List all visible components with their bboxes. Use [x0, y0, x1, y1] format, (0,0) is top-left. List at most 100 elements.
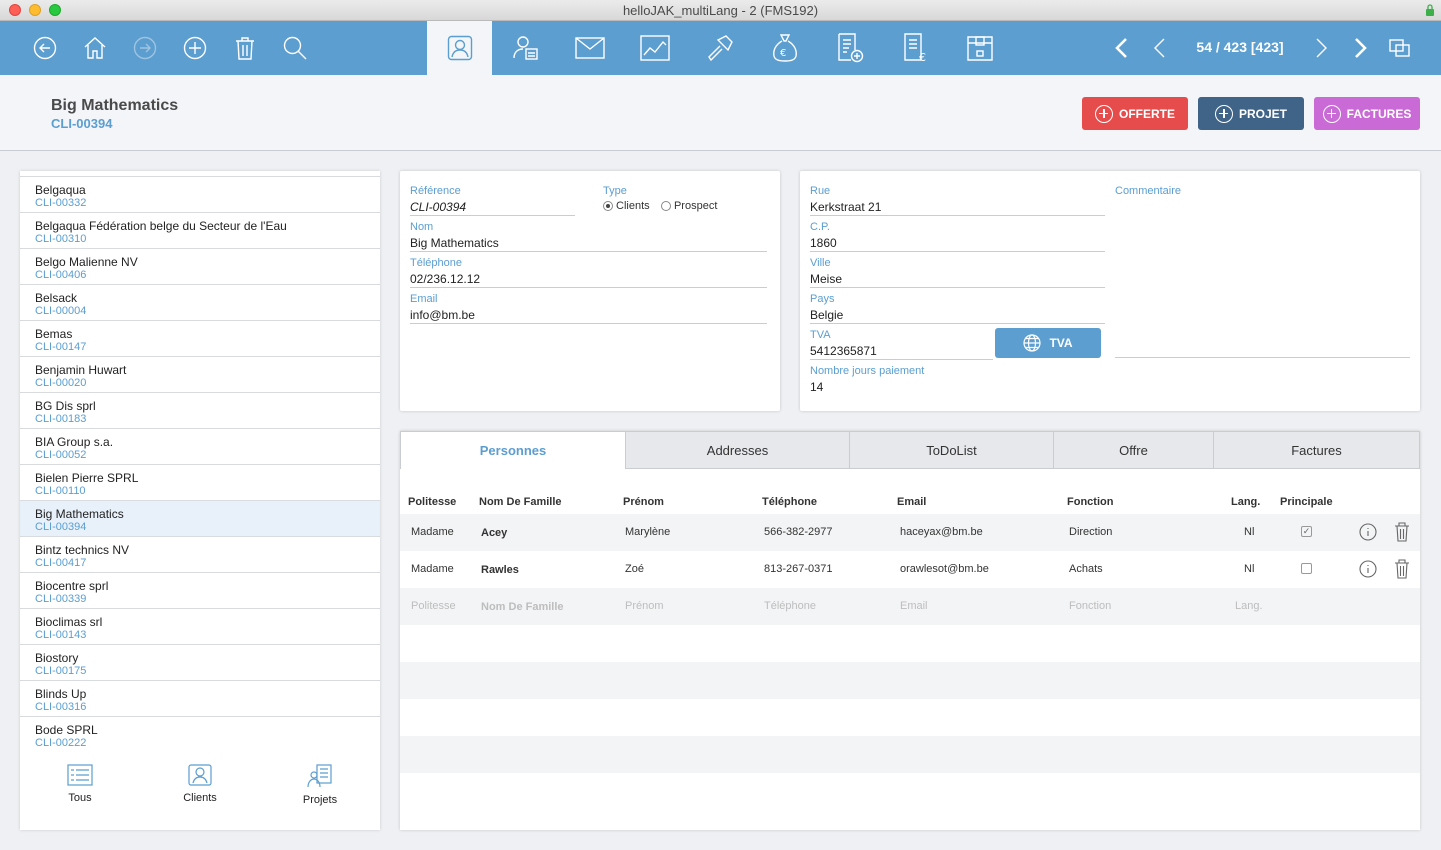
- trash-icon[interactable]: [1394, 522, 1410, 545]
- col-email[interactable]: Email: [897, 496, 926, 508]
- trash-icon[interactable]: [225, 21, 265, 75]
- home-icon[interactable]: [75, 21, 115, 75]
- cell-politesse[interactable]: Madame: [411, 526, 454, 538]
- contact-card-icon[interactable]: [440, 21, 480, 75]
- next-record-chevron-icon[interactable]: [1301, 21, 1341, 75]
- cell-prenom[interactable]: Marylène: [625, 526, 670, 538]
- mail-icon[interactable]: [570, 21, 610, 75]
- commentaire-field[interactable]: Commentaire: [1115, 185, 1410, 358]
- filter-clients-button[interactable]: Clients: [160, 764, 240, 804]
- forward-circle-icon[interactable]: [125, 21, 165, 75]
- filter-projets-button[interactable]: Projets: [280, 764, 360, 806]
- client-code: CLI-00143: [35, 629, 87, 641]
- table-row[interactable]: Madame Rawles Zoé 813-267-0371 orawlesot…: [400, 551, 1420, 588]
- money-bag-icon[interactable]: €: [765, 21, 805, 75]
- list-item[interactable]: Biostory CLI-00175: [20, 645, 380, 681]
- cell-fonction[interactable]: Achats: [1069, 563, 1103, 575]
- list-item[interactable]: Belsack CLI-00004: [20, 285, 380, 321]
- type-prospect-radio[interactable]: Prospect: [660, 200, 717, 212]
- chart-icon[interactable]: [635, 21, 675, 75]
- new-nom-input[interactable]: Nom De Famille: [481, 601, 564, 613]
- person-doc-icon[interactable]: [506, 21, 546, 75]
- filter-tous-button[interactable]: Tous: [40, 764, 120, 804]
- col-telephone[interactable]: Téléphone: [762, 496, 817, 508]
- list-item[interactable]: BIA Group s.a. CLI-00052: [20, 429, 380, 465]
- cell-prenom[interactable]: Zoé: [625, 563, 644, 575]
- new-politesse-input[interactable]: Politesse: [411, 600, 456, 612]
- principale-checkbox[interactable]: ✓: [1301, 526, 1312, 537]
- col-principale[interactable]: Principale: [1280, 496, 1333, 508]
- list-item[interactable]: Belgo Malienne NV CLI-00406: [20, 249, 380, 285]
- email-field[interactable]: Email info@bm.be: [410, 293, 767, 324]
- list-item[interactable]: Benjamin Huwart CLI-00020: [20, 357, 380, 393]
- trash-icon[interactable]: [1394, 559, 1410, 582]
- list-item[interactable]: Bemas CLI-00147: [20, 321, 380, 357]
- cell-telephone[interactable]: 566-382-2977: [764, 526, 833, 538]
- archive-box-icon[interactable]: [960, 21, 1000, 75]
- list-item[interactable]: Bioclimas srl CLI-00143: [20, 609, 380, 645]
- search-icon[interactable]: [275, 21, 315, 75]
- new-email-input[interactable]: Email: [900, 600, 928, 612]
- new-telephone-input[interactable]: Téléphone: [764, 600, 816, 612]
- cell-lang[interactable]: Nl: [1244, 563, 1254, 575]
- new-lang-input[interactable]: Lang.: [1235, 600, 1263, 612]
- telephone-field[interactable]: Téléphone 02/236.12.12: [410, 257, 767, 288]
- col-nom[interactable]: Nom De Famille: [479, 496, 562, 508]
- ville-field[interactable]: Ville Meise: [810, 257, 1105, 288]
- tab-factures[interactable]: Factures: [1213, 431, 1420, 469]
- type-clients-radio[interactable]: Clients: [603, 200, 650, 212]
- cell-nom[interactable]: Acey: [481, 527, 507, 539]
- nom-field[interactable]: Nom Big Mathematics: [410, 221, 767, 252]
- table-row[interactable]: Madame Acey Marylène 566-382-2977 haceya…: [400, 514, 1420, 551]
- principale-checkbox[interactable]: [1301, 563, 1312, 574]
- reference-field[interactable]: Référence CLI-00394: [410, 185, 575, 216]
- list-item[interactable]: Bintz technics NV CLI-00417: [20, 537, 380, 573]
- pays-field[interactable]: Pays Belgie: [810, 293, 1105, 324]
- add-circle-icon[interactable]: [175, 21, 215, 75]
- list-item[interactable]: Bode SPRL CLI-00222: [20, 717, 380, 753]
- new-factures-button[interactable]: FACTURES: [1314, 97, 1420, 130]
- cell-lang[interactable]: Nl: [1244, 526, 1254, 538]
- col-politesse[interactable]: Politesse: [408, 496, 456, 508]
- new-projet-button[interactable]: PROJET: [1198, 97, 1304, 130]
- cell-nom[interactable]: Rawles: [481, 564, 519, 576]
- info-icon[interactable]: [1359, 523, 1377, 544]
- info-icon[interactable]: [1359, 560, 1377, 581]
- new-person-row[interactable]: Politesse Nom De Famille Prénom Téléphon…: [400, 588, 1420, 625]
- list-item[interactable]: Blinds Up CLI-00316: [20, 681, 380, 717]
- duplicate-window-icon[interactable]: [1380, 21, 1420, 75]
- last-record-chevron-icon[interactable]: [1340, 21, 1380, 75]
- new-prenom-input[interactable]: Prénom: [625, 600, 664, 612]
- previous-record-chevron-icon[interactable]: [1140, 21, 1180, 75]
- invoice-euro-icon[interactable]: €: [896, 21, 936, 75]
- cell-telephone[interactable]: 813-267-0371: [764, 563, 833, 575]
- tva-check-button[interactable]: TVA: [995, 328, 1101, 358]
- list-item[interactable]: Big Mathematics CLI-00394: [20, 501, 380, 537]
- cell-email[interactable]: haceyax@bm.be: [900, 526, 983, 538]
- list-item[interactable]: Belgaqua CLI-00332: [20, 177, 380, 213]
- rue-field[interactable]: Rue Kerkstraat 21: [810, 185, 1105, 216]
- col-lang[interactable]: Lang.: [1231, 496, 1260, 508]
- col-fonction[interactable]: Fonction: [1067, 496, 1113, 508]
- cell-politesse[interactable]: Madame: [411, 563, 454, 575]
- back-circle-icon[interactable]: [25, 21, 65, 75]
- tab-personnes[interactable]: Personnes: [400, 431, 626, 469]
- tva-field[interactable]: TVA 5412365871: [810, 329, 993, 360]
- tab-offre[interactable]: Offre: [1053, 431, 1214, 469]
- new-offerte-button[interactable]: OFFERTE: [1082, 97, 1188, 130]
- new-fonction-input[interactable]: Fonction: [1069, 600, 1111, 612]
- col-prenom[interactable]: Prénom: [623, 496, 664, 508]
- tab-addresses[interactable]: Addresses: [625, 431, 850, 469]
- tab-todolist[interactable]: ToDoList: [849, 431, 1054, 469]
- list-item[interactable]: Belgaqua Fédération belge du Secteur de …: [20, 213, 380, 249]
- cp-field[interactable]: C.P. 1860: [810, 221, 1105, 252]
- cell-fonction[interactable]: Direction: [1069, 526, 1112, 538]
- jours-paiement-field[interactable]: Nombre jours paiement 14: [810, 365, 1105, 396]
- list-item[interactable]: Bielen Pierre SPRL CLI-00110: [20, 465, 380, 501]
- cell-email[interactable]: orawlesot@bm.be: [900, 563, 989, 575]
- hammer-icon[interactable]: [700, 21, 740, 75]
- first-record-chevron-icon[interactable]: [1102, 21, 1142, 75]
- invoice-add-icon[interactable]: [830, 21, 870, 75]
- list-item[interactable]: Biocentre sprl CLI-00339: [20, 573, 380, 609]
- list-item[interactable]: BG Dis sprl CLI-00183: [20, 393, 380, 429]
